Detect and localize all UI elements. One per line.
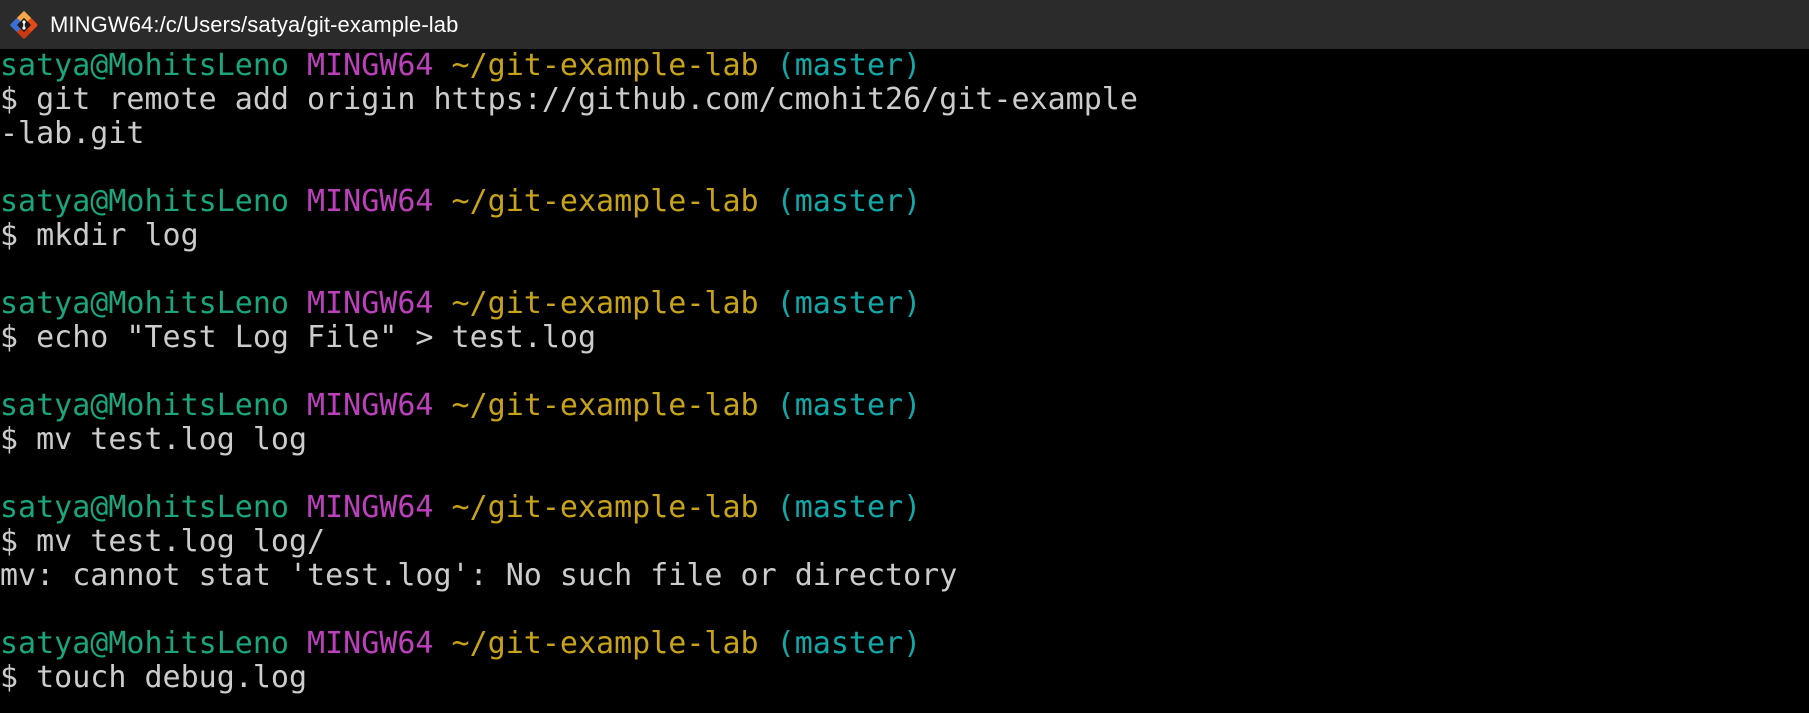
prompt-line: satya@MohitsLeno MINGW64 ~/git-example-l… <box>0 287 1809 321</box>
prompt-system: MINGW64 <box>307 286 434 321</box>
prompt-path: ~/git-example-lab <box>451 184 759 219</box>
prompt-path: ~/git-example-lab <box>451 286 759 321</box>
prompt-line: satya@MohitsLeno MINGW64 ~/git-example-l… <box>0 49 1809 83</box>
prompt-system: MINGW64 <box>307 184 434 219</box>
command-output: mv: cannot stat 'test.log': No such file… <box>0 558 958 593</box>
prompt-user-host: satya@MohitsLeno <box>0 49 289 83</box>
prompt-user-host: satya@MohitsLeno <box>0 184 289 219</box>
command-line: $ mkdir log <box>0 218 199 253</box>
prompt-line: satya@MohitsLeno MINGW64 ~/git-example-l… <box>0 389 1809 423</box>
prompt-branch: (master) <box>776 490 922 525</box>
prompt-user-host: satya@MohitsLeno <box>0 626 289 661</box>
git-bash-icon <box>8 9 40 41</box>
command-line: $ echo "Test Log File" > test.log <box>0 320 597 355</box>
prompt-line: satya@MohitsLeno MINGW64 ~/git-example-l… <box>0 185 1809 219</box>
prompt-path: ~/git-example-lab <box>451 626 759 661</box>
terminal-window: MINGW64:/c/Users/satya/git-example-lab s… <box>0 0 1809 713</box>
command-line-wrap: -lab.git <box>0 116 145 151</box>
prompt-line: satya@MohitsLeno MINGW64 ~/git-example-l… <box>0 491 1809 525</box>
prompt-path: ~/git-example-lab <box>451 49 759 83</box>
prompt-user-host: satya@MohitsLeno <box>0 388 289 423</box>
prompt-user-host: satya@MohitsLeno <box>0 286 289 321</box>
prompt-system: MINGW64 <box>307 49 434 83</box>
prompt-branch: (master) <box>776 184 922 219</box>
prompt-system: MINGW64 <box>307 388 434 423</box>
prompt-branch: (master) <box>776 388 922 423</box>
title-bar[interactable]: MINGW64:/c/Users/satya/git-example-lab <box>0 0 1809 49</box>
prompt-system: MINGW64 <box>307 626 434 661</box>
prompt-system: MINGW64 <box>307 490 434 525</box>
prompt-path: ~/git-example-lab <box>451 490 759 525</box>
window-title: MINGW64:/c/Users/satya/git-example-lab <box>50 11 459 37</box>
command-line: $ mv test.log log/ <box>0 524 326 559</box>
prompt-branch: (master) <box>776 626 922 661</box>
prompt-branch: (master) <box>776 286 922 321</box>
terminal-output[interactable]: satya@MohitsLeno MINGW64 ~/git-example-l… <box>0 49 1809 713</box>
command-line: $ mv test.log log <box>0 422 308 457</box>
prompt-path: ~/git-example-lab <box>451 388 759 423</box>
command-line: $ git remote add origin https://github.c… <box>0 82 1138 117</box>
prompt-user-host: satya@MohitsLeno <box>0 490 289 525</box>
prompt-branch: (master) <box>776 49 922 83</box>
command-line: $ touch debug.log <box>0 660 308 695</box>
prompt-line: satya@MohitsLeno MINGW64 ~/git-example-l… <box>0 627 1809 661</box>
